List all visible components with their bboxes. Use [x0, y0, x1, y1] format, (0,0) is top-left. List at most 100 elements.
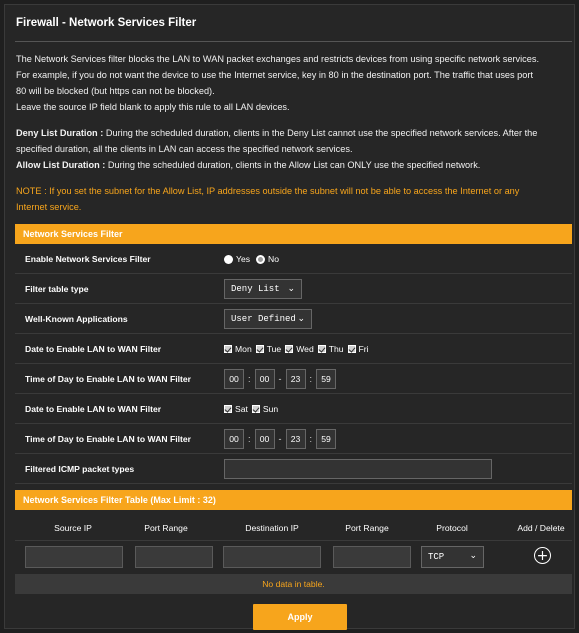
- duration-block: Deny List Duration : During the schedule…: [16, 125, 572, 173]
- weekend-date-row: Date to Enable LAN to WAN Filter Sat Sun: [15, 394, 572, 424]
- weekday-time-inputs: 00 : 00 - 23 : 59: [224, 364, 337, 394]
- checkbox-sat[interactable]: [224, 405, 232, 413]
- destination-port-range-input[interactable]: [333, 546, 411, 568]
- filter-table-type-select[interactable]: Deny List ⌄: [224, 279, 302, 299]
- header-protocol: Protocol: [436, 523, 468, 533]
- enable-filter-row: Enable Network Services Filter Yes No: [15, 244, 572, 274]
- desc-line: For example, if you do not want the devi…: [16, 70, 534, 80]
- well-known-apps-row: Well-Known Applications User Defined ⌄: [15, 304, 572, 334]
- checkbox-label: Fri: [358, 344, 369, 354]
- chevron-down-icon: ⌄: [287, 284, 295, 294]
- weekday-date-row: Date to Enable LAN to WAN Filter Mon Tue…: [15, 334, 572, 364]
- plus-circle-icon[interactable]: +: [534, 547, 551, 564]
- deny-duration-desc-2: specified duration, all the clients in L…: [16, 144, 353, 154]
- allow-duration-desc: During the scheduled duration, clients i…: [105, 160, 481, 170]
- checkbox-tue[interactable]: [255, 345, 264, 353]
- weekend-start-minute-input[interactable]: 00: [254, 429, 275, 449]
- header-destination-ip: Destination IP: [245, 523, 299, 533]
- enable-filter-options: Yes No: [224, 244, 285, 274]
- icmp-row: Filtered ICMP packet types: [15, 454, 572, 484]
- checkbox-label: Sat: [235, 404, 248, 414]
- source-port-range-input[interactable]: [135, 546, 213, 568]
- header-port-range: Port Range: [144, 523, 188, 533]
- well-known-apps-cell: User Defined ⌄: [224, 304, 312, 334]
- time-colon: :: [248, 374, 251, 384]
- enable-yes-label: Yes: [236, 254, 251, 264]
- deny-duration-label: Deny List Duration :: [16, 128, 104, 138]
- time-colon: :: [309, 374, 313, 384]
- table-input-row: TCP ⌄ +: [15, 541, 572, 571]
- well-known-apps-label: Well-Known Applications: [25, 314, 128, 324]
- weekday-time-label: Time of Day to Enable LAN to WAN Filter: [25, 374, 191, 384]
- checkbox-thu[interactable]: [317, 345, 326, 353]
- weekday-time-row: Time of Day to Enable LAN to WAN Filter …: [15, 364, 572, 394]
- checkbox-label: Mon: [235, 344, 252, 354]
- icmp-cell: [224, 454, 492, 484]
- enable-filter-label: Enable Network Services Filter: [25, 254, 151, 264]
- table-section-header: Network Services Filter Table (Max Limit…: [15, 490, 572, 510]
- checkbox-fri[interactable]: [347, 345, 356, 353]
- apply-button[interactable]: Apply: [253, 604, 347, 630]
- weekend-checkboxes: Sat Sun: [224, 394, 282, 424]
- weekend-end-minute-input[interactable]: 59: [316, 429, 337, 449]
- checkbox-sun[interactable]: [251, 405, 260, 413]
- enable-no-radio[interactable]: [256, 254, 266, 264]
- destination-ip-input[interactable]: [223, 546, 321, 568]
- table-header-row: Source IP Port Range Destination IP Port…: [15, 515, 572, 541]
- weekday-date-label: Date to Enable LAN to WAN Filter: [25, 344, 162, 354]
- well-known-apps-select[interactable]: User Defined ⌄: [224, 309, 312, 329]
- checkbox-label: Thu: [328, 344, 344, 354]
- title-divider: [15, 41, 572, 42]
- checkbox-label: Tue: [266, 344, 282, 354]
- empty-table-message: No data in table.: [15, 574, 572, 594]
- header-add-delete: Add / Delete: [517, 523, 565, 533]
- weekend-date-label: Date to Enable LAN to WAN Filter: [25, 404, 162, 414]
- allow-duration-label: Allow List Duration :: [16, 160, 106, 170]
- weekend-time-inputs: 00 : 00 - 23 : 59: [224, 424, 337, 454]
- protocol-select[interactable]: TCP ⌄: [421, 546, 484, 568]
- time-dash: -: [278, 434, 282, 444]
- enable-yes-radio[interactable]: [224, 254, 233, 264]
- desc-line: 80 will be blocked (but https can not be…: [16, 86, 215, 96]
- time-colon: :: [248, 434, 251, 444]
- weekend-time-row: Time of Day to Enable LAN to WAN Filter …: [15, 424, 572, 454]
- weekday-end-hour-input[interactable]: 23: [285, 369, 306, 389]
- desc-line: Leave the source IP field blank to apply…: [16, 102, 290, 112]
- weekend-start-hour-input[interactable]: 00: [224, 429, 244, 449]
- time-colon: :: [309, 434, 313, 444]
- filter-table-type-label: Filter table type: [25, 284, 89, 294]
- header-port-range-2: Port Range: [345, 523, 389, 533]
- note-line: NOTE : If you set the subnet for the All…: [16, 186, 520, 196]
- icmp-input[interactable]: [224, 459, 492, 479]
- weekend-end-hour-input[interactable]: 23: [285, 429, 306, 449]
- filter-table-type-row: Filter table type Deny List ⌄: [15, 274, 572, 304]
- protocol-value: TCP: [428, 552, 445, 562]
- chevron-down-icon: ⌄: [469, 551, 477, 561]
- filter-section-header: Network Services Filter: [15, 224, 572, 244]
- allow-duration-text: Allow List Duration : During the schedul…: [16, 157, 572, 173]
- desc-line: The Network Services filter blocks the L…: [16, 54, 540, 64]
- weekday-checkboxes: Mon Tue Wed Thu Fri: [224, 334, 373, 364]
- filter-table-type-value: Deny List: [231, 284, 280, 294]
- weekday-start-hour-input[interactable]: 00: [224, 369, 244, 389]
- time-dash: -: [278, 374, 282, 384]
- checkbox-label: Wed: [296, 344, 314, 354]
- chevron-down-icon: ⌄: [297, 314, 305, 324]
- weekend-time-label: Time of Day to Enable LAN to WAN Filter: [25, 434, 191, 444]
- filter-table-type-cell: Deny List ⌄: [224, 274, 302, 304]
- page-title: Firewall - Network Services Filter: [16, 17, 197, 29]
- icmp-label: Filtered ICMP packet types: [25, 464, 135, 474]
- header-source-ip: Source IP: [54, 523, 92, 533]
- checkbox-mon[interactable]: [224, 345, 232, 353]
- checkbox-wed[interactable]: [285, 345, 294, 353]
- weekday-start-minute-input[interactable]: 00: [254, 369, 275, 389]
- enable-no-label: No: [268, 254, 280, 264]
- source-ip-input[interactable]: [25, 546, 123, 568]
- checkbox-label: Sun: [262, 404, 279, 414]
- deny-duration-desc: During the scheduled duration, clients i…: [103, 128, 538, 138]
- deny-duration-text: Deny List Duration : During the schedule…: [16, 125, 572, 141]
- page-frame: Firewall - Network Services Filter The N…: [4, 4, 575, 630]
- weekday-end-minute-input[interactable]: 59: [316, 369, 337, 389]
- note-block: NOTE : If you set the subnet for the All…: [16, 183, 572, 215]
- note-line: Internet service.: [16, 202, 82, 212]
